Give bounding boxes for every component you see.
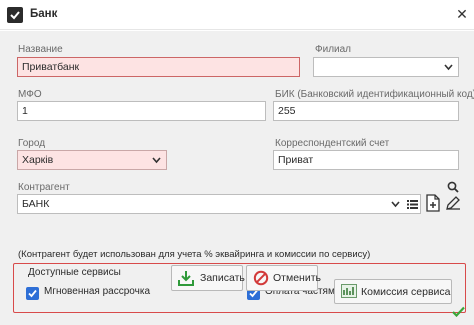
chevron-down-icon bbox=[391, 201, 400, 208]
search-icon[interactable] bbox=[447, 181, 459, 193]
city-value: Харків bbox=[22, 154, 54, 166]
bik-label: БИК (Банковский идентификационный код) bbox=[275, 89, 474, 100]
edit-pencil-icon[interactable] bbox=[445, 195, 461, 211]
chevron-down-icon bbox=[152, 157, 161, 164]
app-logo-icon bbox=[7, 7, 23, 23]
chevron-down-icon bbox=[444, 64, 453, 71]
corr-account-input[interactable]: Приват bbox=[273, 150, 459, 170]
save-button[interactable]: Записать bbox=[171, 265, 245, 291]
contractor-note: (Контрагент будет использован для учета … bbox=[18, 249, 371, 260]
window-title: Банк bbox=[30, 8, 58, 20]
branch-select[interactable] bbox=[313, 57, 459, 77]
contractor-value: БАНК bbox=[22, 198, 50, 210]
list-icon[interactable] bbox=[407, 199, 418, 209]
download-save-icon bbox=[178, 271, 194, 286]
cancel-icon bbox=[253, 270, 269, 286]
save-label: Записать bbox=[200, 272, 245, 284]
bik-input[interactable]: 255 bbox=[273, 101, 459, 121]
city-select[interactable]: Харків bbox=[17, 150, 167, 170]
cancel-button[interactable]: Отменить bbox=[246, 265, 321, 291]
close-icon[interactable]: ✕ bbox=[454, 6, 470, 22]
title-bar: Банк ✕ bbox=[0, 0, 474, 30]
contractor-select[interactable]: БАНК bbox=[17, 194, 421, 214]
instant-installment-checkbox[interactable] bbox=[26, 287, 39, 300]
commission-chart-icon bbox=[341, 284, 357, 298]
instant-installment-label[interactable]: Мгновенная рассрочка bbox=[44, 286, 150, 297]
mfo-input[interactable]: 1 bbox=[17, 101, 266, 121]
mfo-label: МФО bbox=[18, 89, 42, 100]
city-label: Город bbox=[18, 138, 46, 149]
name-label: Название bbox=[18, 44, 63, 55]
service-commission-label: Комиссия сервиса bbox=[361, 286, 451, 298]
ok-check-icon bbox=[452, 306, 465, 317]
name-input[interactable]: Приватбанк bbox=[17, 57, 300, 77]
contractor-label: Контрагент bbox=[18, 182, 70, 193]
services-title: Доступные сервисы bbox=[28, 267, 121, 278]
service-commission-button[interactable]: Комиссия сервиса bbox=[334, 279, 452, 304]
branch-label: Филиал bbox=[315, 44, 352, 55]
corr-account-label: Корреспондентский счет bbox=[275, 138, 390, 149]
new-document-icon[interactable] bbox=[426, 194, 440, 212]
cancel-label: Отменить bbox=[273, 272, 321, 284]
